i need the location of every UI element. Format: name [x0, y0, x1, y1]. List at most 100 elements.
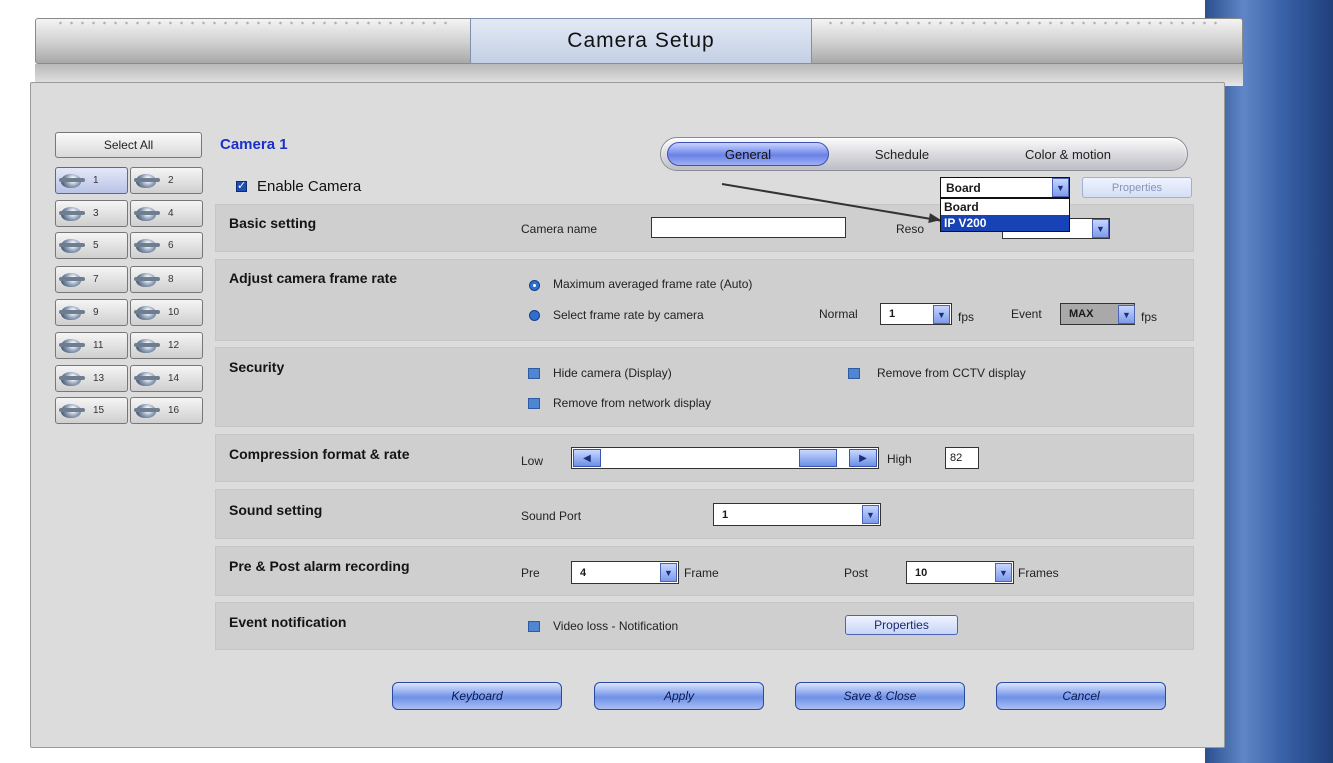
section-event	[215, 602, 1194, 650]
remove-cctv-checkbox[interactable]	[848, 368, 860, 379]
camera-button-4[interactable]: 4	[130, 200, 203, 227]
camera-button-1[interactable]: 1	[55, 167, 128, 194]
sound-port-label: Sound Port	[521, 509, 582, 523]
camera-icon	[134, 336, 162, 356]
video-loss-label: Video loss - Notification	[553, 619, 679, 633]
auto-frame-label: Maximum averaged frame rate (Auto)	[553, 277, 753, 291]
camera-icon	[134, 369, 162, 389]
pre-label: Pre	[521, 566, 540, 580]
camera-button-14[interactable]: 14	[130, 365, 203, 392]
frame-rate-title: Adjust camera frame rate	[229, 270, 398, 286]
camera-name-label: Camera name	[521, 222, 598, 236]
camera-icon	[134, 171, 162, 191]
source-dropdown-icon[interactable]: ▼	[1052, 178, 1069, 197]
camera-button-7[interactable]: 7	[55, 266, 128, 293]
enable-camera-checkbox[interactable]	[236, 179, 247, 192]
high-label: High	[887, 452, 912, 466]
sound-port-dropdown-icon[interactable]: ▼	[862, 505, 879, 524]
camera-button-9[interactable]: 9	[55, 299, 128, 326]
slider-right-arrow-icon[interactable]: ▶	[849, 449, 877, 467]
keyboard-button[interactable]: Keyboard	[392, 682, 562, 710]
camera-button-3[interactable]: 3	[55, 200, 128, 227]
camera-name-input[interactable]	[651, 217, 846, 238]
manual-frame-label: Select frame rate by camera	[553, 308, 704, 322]
enable-camera-row[interactable]: Enable Camera	[236, 178, 361, 195]
prepost-title: Pre & Post alarm recording	[229, 558, 410, 574]
normal-label: Normal	[819, 307, 858, 321]
remove-network-label: Remove from network display	[553, 396, 712, 410]
event-properties-button[interactable]: Properties	[845, 615, 958, 635]
event-label: Event	[1011, 307, 1042, 321]
manual-frame-radio[interactable]	[529, 310, 540, 321]
window: Camera Setup Select All 1 2 3 4 5 6 7 8 …	[0, 0, 1333, 763]
cancel-button[interactable]: Cancel	[996, 682, 1166, 710]
sound-port-select[interactable]: 1	[713, 503, 881, 526]
camera-icon	[59, 236, 87, 256]
camera-button-13[interactable]: 13	[55, 365, 128, 392]
camera-button-11[interactable]: 11	[55, 332, 128, 359]
auto-frame-radio[interactable]	[529, 280, 540, 291]
camera-icon	[134, 270, 162, 290]
camera-button-2[interactable]: 2	[130, 167, 203, 194]
compression-title: Compression format & rate	[229, 446, 410, 462]
video-loss-checkbox[interactable]	[528, 621, 540, 632]
window-title: Camera Setup	[470, 18, 812, 64]
section-security	[215, 347, 1194, 427]
slider-thumb[interactable]	[799, 449, 837, 467]
fps-label-2: fps	[1141, 310, 1158, 324]
camera-button-12[interactable]: 12	[130, 332, 203, 359]
enable-camera-label: Enable Camera	[257, 178, 362, 195]
basic-title: Basic setting	[229, 215, 317, 231]
camera-title: Camera 1	[220, 136, 288, 153]
normal-fps-dropdown-icon[interactable]: ▼	[933, 305, 950, 324]
post-dropdown-icon[interactable]: ▼	[995, 563, 1012, 582]
source-properties-button[interactable]: Properties	[1082, 177, 1192, 198]
title-dots-left	[55, 20, 455, 26]
camera-button-5[interactable]: 5	[55, 232, 128, 259]
sound-title: Sound setting	[229, 502, 323, 518]
hide-camera-checkbox[interactable]	[528, 368, 540, 379]
tab-bar: General Schedule Color & motion	[660, 137, 1188, 171]
camera-icon	[134, 236, 162, 256]
tab-color-motion[interactable]: Color & motion	[983, 142, 1153, 166]
select-all-button[interactable]: Select All	[55, 132, 202, 158]
slider-left-arrow-icon[interactable]: ◀	[573, 449, 601, 467]
camera-icon	[59, 401, 87, 421]
camera-icon	[59, 303, 87, 323]
compression-slider[interactable]: ◀ ▶	[571, 447, 879, 469]
camera-icon	[59, 369, 87, 389]
tab-general[interactable]: General	[667, 142, 829, 166]
resolution-dropdown-icon[interactable]: ▼	[1092, 219, 1109, 238]
camera-button-10[interactable]: 10	[130, 299, 203, 326]
hide-camera-label: Hide camera (Display)	[553, 366, 672, 380]
camera-icon	[59, 204, 87, 224]
camera-button-6[interactable]: 6	[130, 232, 203, 259]
pre-dropdown-icon[interactable]: ▼	[660, 563, 677, 582]
camera-icon	[134, 303, 162, 323]
camera-icon	[134, 401, 162, 421]
fps-label-1: fps	[958, 310, 975, 324]
camera-button-8[interactable]: 8	[130, 266, 203, 293]
low-label: Low	[521, 454, 544, 468]
camera-icon	[59, 270, 87, 290]
camera-button-16[interactable]: 16	[130, 397, 203, 424]
source-option-board[interactable]: Board	[941, 199, 1069, 215]
security-title: Security	[229, 359, 285, 375]
compression-value[interactable]: 82	[945, 447, 979, 469]
remove-cctv-label: Remove from CCTV display	[877, 366, 1026, 380]
event-title: Event notification	[229, 614, 347, 630]
source-select[interactable]: Board	[940, 177, 1070, 198]
event-fps-dropdown-icon[interactable]: ▼	[1118, 305, 1135, 324]
apply-button[interactable]: Apply	[594, 682, 764, 710]
resolution-label: Reso	[896, 222, 925, 236]
post-label: Post	[844, 566, 869, 580]
source-dropdown-list: Board IP V200	[940, 198, 1070, 232]
save-close-button[interactable]: Save & Close	[795, 682, 965, 710]
camera-icon	[134, 204, 162, 224]
tab-schedule[interactable]: Schedule	[837, 142, 967, 166]
remove-network-checkbox[interactable]	[528, 398, 540, 409]
title-dots-right	[825, 20, 1225, 26]
camera-icon	[59, 336, 87, 356]
source-option-ipv200[interactable]: IP V200	[941, 215, 1069, 231]
camera-button-15[interactable]: 15	[55, 397, 128, 424]
